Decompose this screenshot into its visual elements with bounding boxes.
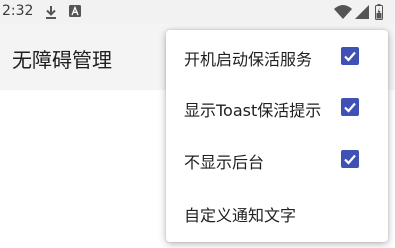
- check-icon: [344, 51, 356, 62]
- menu-item-custom-notification[interactable]: 自定义通知文字: [166, 188, 388, 238]
- menu-item-label: 显示Toast保活提示: [184, 101, 322, 120]
- wifi-icon: [334, 5, 352, 19]
- options-menu: 开机启动保活服务 显示Toast保活提示 不显示后台 自定义通知文字: [166, 30, 388, 242]
- menu-item-label: 不显示后台: [184, 153, 265, 172]
- checkbox-checked[interactable]: [341, 98, 359, 116]
- a-notification-icon: [69, 5, 81, 17]
- menu-item-show-toast[interactable]: 显示Toast保活提示: [166, 83, 388, 133]
- status-bar: 2:32: [0, 0, 395, 24]
- download-icon: [46, 6, 56, 19]
- check-icon: [344, 102, 356, 113]
- status-time: 2:32: [2, 3, 34, 19]
- app-title: 无障碍管理: [12, 48, 112, 72]
- menu-item-hide-background[interactable]: 不显示后台: [166, 135, 388, 185]
- menu-item-label: 自定义通知文字: [184, 206, 297, 225]
- menu-item-boot-keepalive[interactable]: 开机启动保活服务: [166, 32, 388, 82]
- battery-icon: [375, 4, 383, 20]
- check-icon: [344, 154, 356, 165]
- signal-icon: [355, 5, 369, 19]
- menu-item-label: 开机启动保活服务: [184, 50, 313, 69]
- checkbox-checked[interactable]: [341, 150, 359, 168]
- checkbox-checked[interactable]: [341, 47, 359, 65]
